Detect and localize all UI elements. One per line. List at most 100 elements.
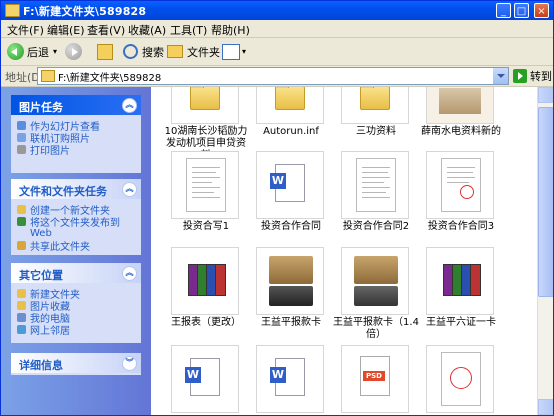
address-value: F:\新建文件夹\589828 <box>58 73 162 84</box>
other-places-header[interactable]: 其它位置 ︽ <box>11 263 141 283</box>
search-label: 搜索 <box>142 45 164 59</box>
folder-icon <box>275 87 305 110</box>
file-tasks-panel: 文件和文件夹任务 ︽ 创建一个新文件夹 将这个文件夹发布到 Web 共享此文件夹 <box>11 179 141 255</box>
publish-web-label: 将这个文件夹发布到 <box>30 217 120 229</box>
file-thumbnail <box>426 247 494 315</box>
minimize-button[interactable]: _ <box>496 3 511 18</box>
back-arrow-icon <box>7 43 24 60</box>
vertical-scrollbar[interactable] <box>537 87 553 415</box>
photo-image <box>439 88 481 114</box>
card-image <box>354 286 398 306</box>
file-tasks-title: 文件和文件夹任务 <box>19 185 107 198</box>
chevron-down-icon: ▾ <box>53 47 58 56</box>
file-view: 10湖南长沙韬励力发动机项目申贷资料 Autorun.inf 三功资料 薛南水电… <box>151 87 537 415</box>
file-name: 投资合写1 <box>182 221 230 232</box>
photo-thumbnail <box>426 87 494 124</box>
task-pane: 图片任务 ︽ 作为幻灯片查看 联机订购照片 打印图片 文件和文件夹任务 ︽ 创建… <box>1 87 151 415</box>
pictures-folder-icon <box>17 300 26 310</box>
card-image <box>269 286 313 306</box>
collapse-icon[interactable]: ︽ <box>122 266 137 281</box>
folder-icon <box>41 70 55 82</box>
share-folder-label: 共享此文件夹 <box>30 241 90 253</box>
place-network-link[interactable]: 网上邻居 <box>17 323 135 337</box>
print-pictures-label: 打印图片 <box>30 145 70 157</box>
file-thumbnail <box>341 151 409 219</box>
document-icon <box>441 352 481 406</box>
computer-icon <box>17 312 26 322</box>
document-icon <box>356 158 396 212</box>
folders-label: 文件夹 <box>187 45 220 59</box>
menu-favorites[interactable]: 收藏(A) <box>128 22 166 38</box>
menu-view[interactable]: 查看(V) <box>87 22 125 38</box>
print-pictures-link[interactable]: 打印图片 <box>17 143 135 157</box>
menu-edit[interactable]: 编辑(E) <box>47 22 85 38</box>
address-input[interactable]: F:\新建文件夹\589828 <box>37 67 509 85</box>
back-button[interactable]: 后退 ▾ <box>7 42 57 61</box>
file-thumbnail <box>426 345 494 413</box>
file-thumbnail: PSD <box>341 345 409 413</box>
forward-button[interactable] <box>65 42 85 61</box>
file-name: 王益平六证一卡 <box>426 317 496 328</box>
archive-icon <box>443 260 481 296</box>
psd-file-icon: PSD <box>360 356 390 396</box>
file-thumbnail: W <box>256 345 324 413</box>
place-network-label: 网上邻居 <box>30 325 70 337</box>
collapse-icon[interactable]: ︽ <box>122 98 137 113</box>
up-folder-button[interactable] <box>97 42 113 61</box>
picture-tasks-header[interactable]: 图片任务 ︽ <box>11 95 141 115</box>
card-image <box>269 256 313 284</box>
publish-web-link[interactable]: 将这个文件夹发布到 <box>17 215 135 229</box>
go-button[interactable]: 转到 <box>513 68 552 84</box>
menu-help[interactable]: 帮助(H) <box>211 22 250 38</box>
window-title: F:\新建文件夹\589828 <box>23 5 147 18</box>
file-name: 王益平报款卡 <box>261 317 321 328</box>
chevron-down-icon: ▾ <box>242 47 247 56</box>
file-thumbnail <box>171 151 239 219</box>
file-name: Autorun.inf <box>263 126 319 137</box>
file-thumbnail <box>256 87 324 124</box>
views-icon <box>222 43 240 60</box>
folders-button[interactable]: 文件夹 <box>167 42 220 61</box>
other-places-panel: 其它位置 ︽ 新建文件夹 图片收藏 我的电脑 网上邻居 <box>11 263 141 343</box>
folder-icon <box>360 87 390 110</box>
search-button[interactable]: 搜索 <box>123 42 164 61</box>
stamp-icon <box>450 367 472 389</box>
menu-tools[interactable]: 工具(T) <box>170 22 207 38</box>
scroll-down-button[interactable] <box>538 399 553 415</box>
title-bar[interactable]: F:\新建文件夹\589828 _ □ × <box>1 1 553 20</box>
back-label: 后退 <box>27 45 49 59</box>
file-thumbnail <box>426 151 494 219</box>
file-name: 三功资料 <box>356 126 396 137</box>
card-image <box>354 256 398 284</box>
collapse-icon[interactable]: ︽ <box>122 182 137 197</box>
scroll-up-button[interactable] <box>538 87 553 103</box>
folder-icon <box>5 4 20 17</box>
file-thumbnail <box>171 87 239 124</box>
document-icon <box>186 158 226 212</box>
printer-icon <box>17 144 26 154</box>
share-folder-link[interactable]: 共享此文件夹 <box>17 239 135 253</box>
expand-icon[interactable]: ︾ <box>122 356 137 371</box>
address-dropdown[interactable] <box>493 68 508 84</box>
other-places-title: 其它位置 <box>19 269 63 282</box>
go-label: 转到 <box>530 70 552 83</box>
search-icon <box>123 44 138 59</box>
up-folder-icon <box>97 43 113 60</box>
stamp-icon <box>460 185 474 199</box>
file-name: 投资合作合同2 <box>342 221 410 232</box>
go-arrow-icon <box>513 69 527 83</box>
file-name: 薛南水电资料新的 <box>421 126 501 137</box>
menu-bar: 文件(F) 编辑(E) 查看(V) 收藏(A) 工具(T) 帮助(H) <box>1 20 553 38</box>
file-tasks-header[interactable]: 文件和文件夹任务 ︽ <box>11 179 141 199</box>
details-header[interactable]: 详细信息 ︾ <box>11 353 141 373</box>
picture-tasks-title: 图片任务 <box>19 101 63 114</box>
menu-file[interactable]: 文件(F) <box>7 22 44 38</box>
close-button[interactable]: × <box>534 3 549 18</box>
views-button[interactable]: ▾ <box>222 42 246 61</box>
word-document-icon: W <box>270 358 305 396</box>
scroll-thumb[interactable] <box>538 107 553 297</box>
publish-web-icon <box>17 216 26 226</box>
network-icon <box>17 324 26 334</box>
maximize-button[interactable]: □ <box>514 3 529 18</box>
file-name: 王报表（更改） <box>171 317 241 328</box>
